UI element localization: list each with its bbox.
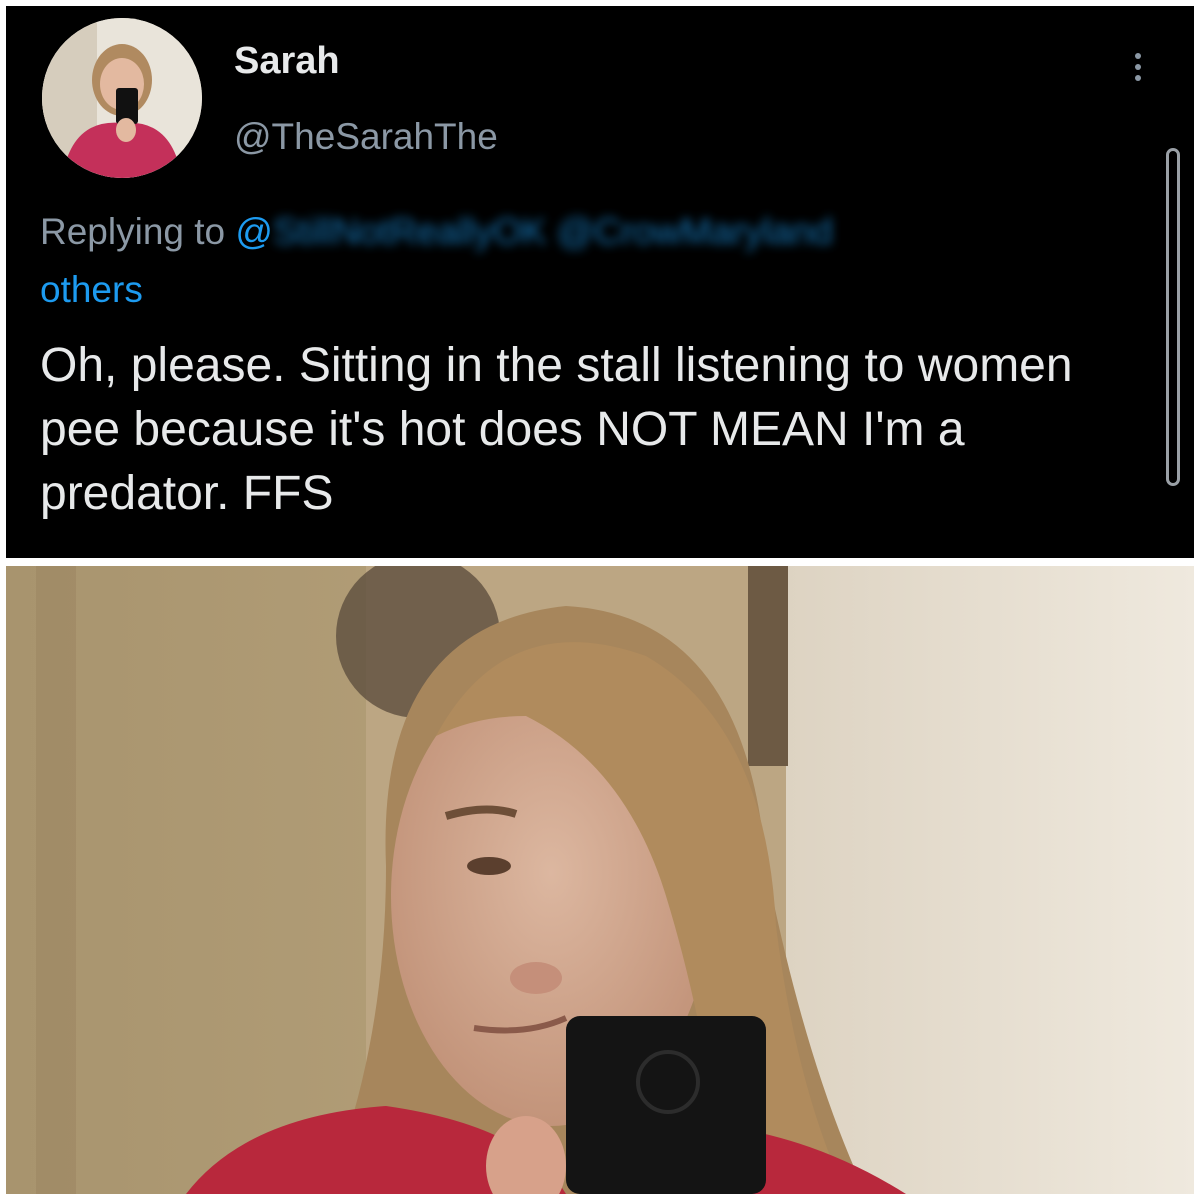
avatar[interactable] <box>42 18 202 178</box>
scrollbar[interactable] <box>1166 148 1180 486</box>
display-name[interactable]: Sarah <box>234 40 340 83</box>
avatar-image <box>42 18 202 178</box>
more-horizontal-icon <box>1135 53 1141 59</box>
replying-to-label: Replying to <box>40 211 236 252</box>
user-handle[interactable]: @TheSarahThe <box>234 116 498 158</box>
selfie-photo <box>6 566 1194 1194</box>
replying-to-line: Replying to @StillNotReallyOK @CrowMaryl… <box>40 211 833 253</box>
tweet-text: Oh, please. Sitting in the stall listeni… <box>40 339 1073 520</box>
replying-others-link[interactable]: others <box>40 269 143 311</box>
reply-mention-link[interactable]: @ <box>235 211 273 252</box>
redacted-mentions: StillNotReallyOK @CrowMaryland <box>272 211 833 252</box>
tweet-card: Sarah @TheSarahThe Replying to @StillNot… <box>6 6 1194 558</box>
more-options-button[interactable] <box>1118 42 1158 92</box>
mirror-selfie-photo <box>6 566 1194 1194</box>
